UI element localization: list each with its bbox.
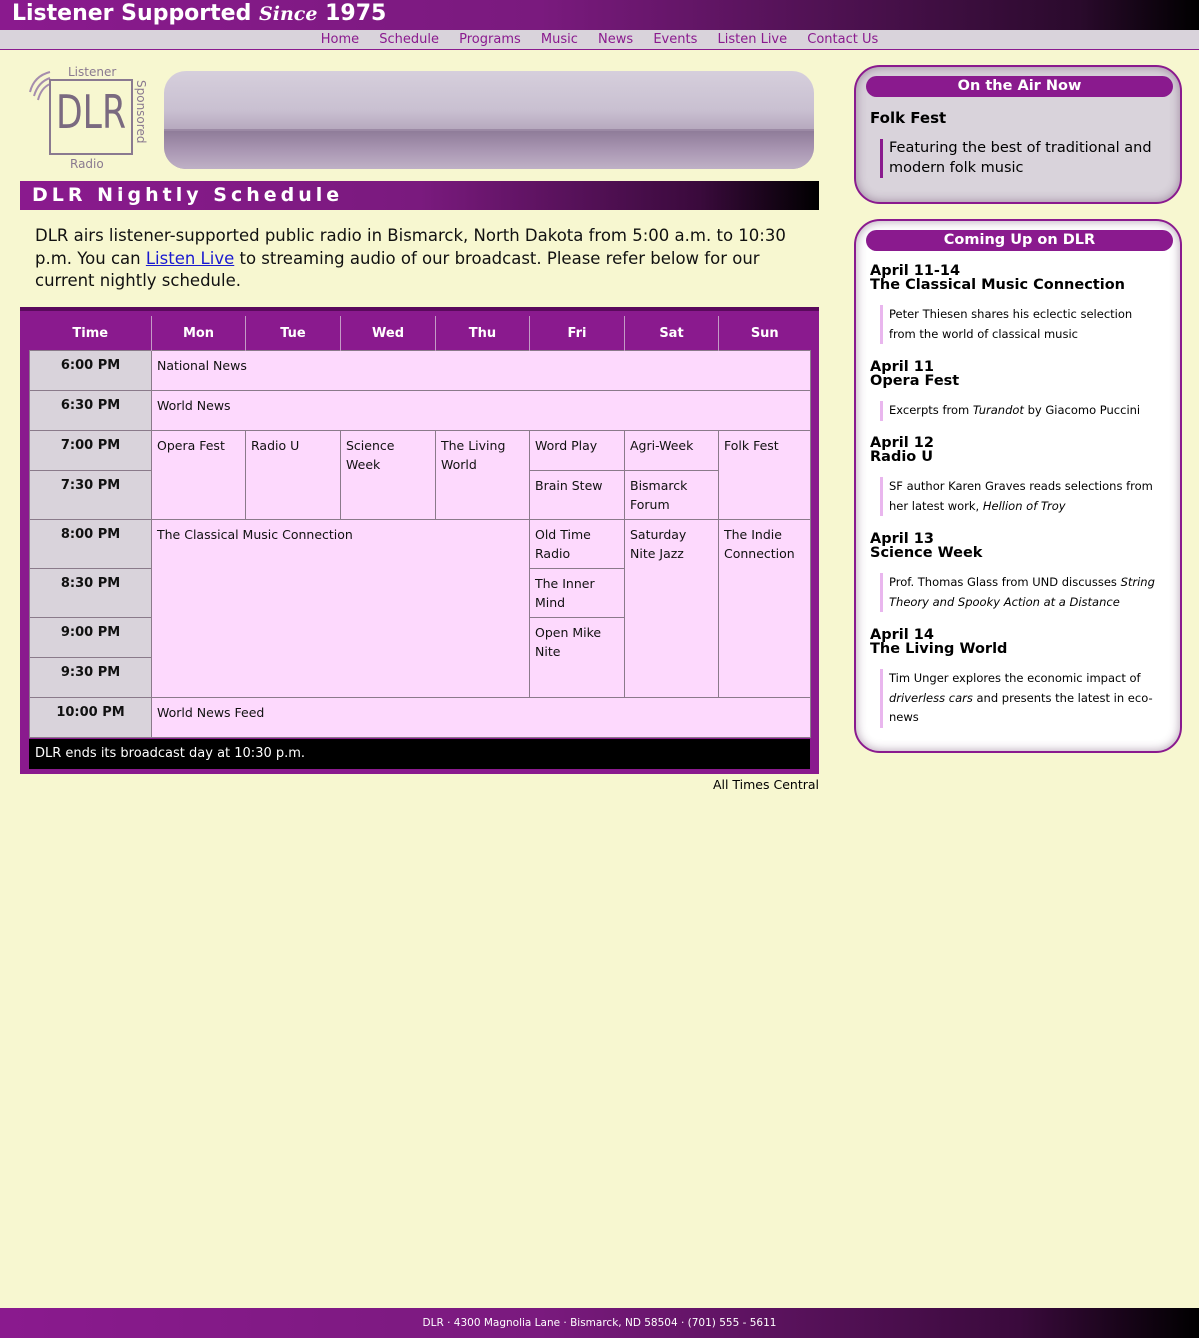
program-cell: Radio U (245, 430, 341, 520)
logo-sponsored: Sponsored (134, 80, 148, 143)
event-name: Science Week (870, 545, 983, 561)
event-description: Prof. Thomas Glass from UND discusses St… (880, 573, 1159, 612)
listen-live-link[interactable]: Listen Live (146, 249, 234, 268)
desc-italic: Hellion of Troy (982, 498, 1066, 513)
tagline-text: Listener Supported (12, 1, 252, 26)
table-row: 6:30 PM World News (29, 390, 811, 431)
program-cell: World News (151, 390, 811, 431)
logo-radio: Radio (70, 157, 104, 171)
coming-up-heading: Coming Up on DLR (866, 230, 1173, 251)
program-cell: World News Feed (151, 697, 811, 738)
header-fri: Fri (529, 316, 625, 351)
program-cell: Agri-Week (624, 430, 719, 471)
event-item: April 14 The Living World Tim Unger expl… (870, 628, 1170, 728)
time-cell: 6:00 PM (29, 350, 152, 391)
time-cell: 7:30 PM (29, 470, 152, 520)
program-cell: Science Week (340, 430, 436, 520)
time-cell: 9:00 PM (29, 617, 152, 658)
site-footer: DLR · 4300 Magnolia Lane · Bismarck, ND … (0, 1308, 1199, 1338)
program-cell: The Living World (435, 430, 530, 520)
table-row: 10:00 PM World News Feed (29, 697, 811, 738)
intro-paragraph: DLR airs listener-supported public radio… (35, 225, 805, 293)
program-cell: National News (151, 350, 811, 391)
header-thu: Thu (435, 316, 530, 351)
schedule-table-container: Time Mon Tue Wed Thu Fri Sat Sun 6:00 PM… (20, 307, 819, 774)
program-cell: Bismarck Forum (624, 470, 719, 520)
program-cell: The Inner Mind (529, 568, 625, 618)
desc-italic: Turandot (972, 403, 1024, 417)
logo-listener: Listener (68, 65, 116, 79)
event-description: Tim Unger explores the economic impact o… (880, 669, 1159, 728)
nav-listen-live[interactable]: Listen Live (717, 32, 787, 47)
logo-letters: DLR (56, 85, 126, 139)
desc-text: Tim Unger explores the economic impact o… (889, 671, 1141, 685)
time-cell: 6:30 PM (29, 390, 152, 431)
header-sat: Sat (624, 316, 719, 351)
program-cell: The Classical Music Connection (151, 519, 530, 698)
program-cell: Brain Stew (529, 470, 625, 520)
event-description: SF author Karen Graves reads selections … (880, 477, 1159, 516)
nav-contact-us[interactable]: Contact Us (807, 32, 878, 47)
time-cell: 10:00 PM (29, 697, 152, 738)
desc-italic: driverless cars (889, 690, 973, 705)
event-item: April 11 Opera Fest Excerpts from Turand… (870, 360, 1170, 421)
schedule-table: Time Mon Tue Wed Thu Fri Sat Sun 6:00 PM… (29, 316, 811, 738)
event-name: Opera Fest (870, 373, 960, 389)
nav-news[interactable]: News (598, 32, 633, 47)
landscape-banner-image (164, 71, 814, 169)
table-row: 6:00 PM National News (29, 350, 811, 391)
desc-text: by Giacomo Puccini (1023, 403, 1141, 417)
header-mon: Mon (151, 316, 246, 351)
page-title: DLR Nightly Schedule (20, 181, 819, 210)
event-name: The Living World (870, 641, 1008, 657)
table-row: 7:00 PM Opera Fest Radio U Science Week … (29, 430, 811, 520)
main-nav: Home Schedule Programs Music News Events… (0, 30, 1199, 50)
nav-events[interactable]: Events (653, 32, 697, 47)
broadcast-end-note: DLR ends its broadcast day at 10:30 p.m. (29, 739, 810, 769)
tagline-since: Since (259, 3, 318, 25)
program-cell: Folk Fest (718, 430, 811, 520)
program-cell: Old Time Radio (529, 519, 625, 569)
program-cell: Word Play (529, 430, 625, 471)
banner-ground (164, 131, 814, 169)
program-cell: Opera Fest (151, 430, 246, 520)
tagline-year: 1975 (325, 1, 387, 26)
program-cell: Saturday Nite Jazz (624, 519, 719, 698)
timezone-note: All Times Central (712, 777, 819, 792)
on-air-heading: On the Air Now (866, 76, 1173, 97)
top-banner: Listener Supported Since 1975 (0, 0, 1199, 30)
time-cell: 7:00 PM (29, 430, 152, 471)
on-air-description: Featuring the best of traditional and mo… (880, 139, 1169, 178)
dlr-logo: Listener DLR Radio Sponsored (29, 65, 148, 171)
nav-schedule[interactable]: Schedule (379, 32, 439, 47)
event-name: The Classical Music Connection (870, 277, 1125, 293)
event-description: Peter Thiesen shares his eclectic select… (880, 305, 1159, 344)
event-item: April 12 Radio U SF author Karen Graves … (870, 436, 1170, 516)
coming-up-panel: Coming Up on DLR April 11-14 The Classic… (854, 219, 1182, 753)
program-cell: The Indie Connection (718, 519, 811, 698)
header-time: Time (29, 316, 152, 351)
event-name: Radio U (870, 449, 934, 465)
site-tagline: Listener Supported Since 1975 (12, 1, 386, 26)
time-cell: 9:30 PM (29, 657, 152, 698)
nav-home[interactable]: Home (321, 32, 359, 47)
on-air-panel: On the Air Now Folk Fest Featuring the b… (854, 65, 1182, 204)
time-cell: 8:00 PM (29, 519, 152, 569)
header-sun: Sun (718, 316, 811, 351)
nav-programs[interactable]: Programs (459, 32, 521, 47)
on-air-show: Folk Fest (870, 109, 947, 127)
event-item: April 13 Science Week Prof. Thomas Glass… (870, 532, 1170, 612)
header-wed: Wed (340, 316, 436, 351)
time-cell: 8:30 PM (29, 568, 152, 618)
program-cell: Open Mike Nite (529, 617, 625, 698)
header-tue: Tue (245, 316, 341, 351)
table-row: 8:00 PM The Classical Music Connection O… (29, 519, 811, 698)
event-item: April 11-14 The Classical Music Connecti… (870, 264, 1170, 344)
desc-text: Excerpts from (889, 403, 973, 417)
nav-music[interactable]: Music (541, 32, 578, 47)
event-description: Excerpts from Turandot by Giacomo Puccin… (880, 401, 1159, 421)
table-header-row: Time Mon Tue Wed Thu Fri Sat Sun (29, 316, 811, 351)
desc-text: Prof. Thomas Glass from UND discusses (889, 575, 1121, 589)
